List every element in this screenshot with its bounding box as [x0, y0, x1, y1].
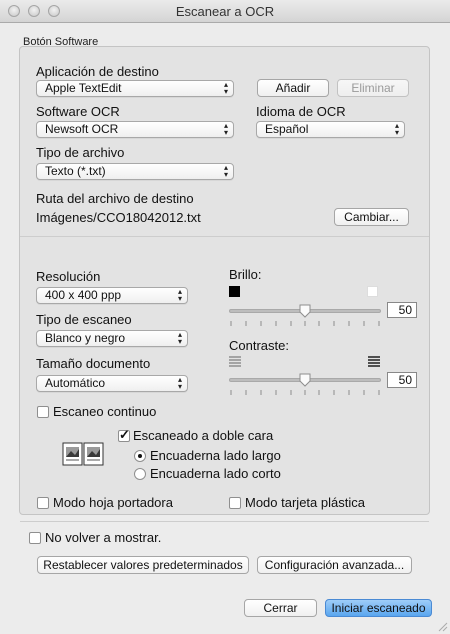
- dont-show-again-checkbox[interactable]: [29, 532, 41, 544]
- popup-arrows-icon: ▴ ▾: [177, 375, 182, 391]
- short-edge-label: Encuaderna lado corto: [150, 466, 281, 481]
- popup-arrows-icon: ▴ ▾: [177, 330, 182, 346]
- dest-path-value: Imágenes/CCO18042012.txt: [36, 210, 201, 225]
- ocr-language-value: Español: [265, 122, 309, 136]
- ocr-language-select[interactable]: Español ▴ ▾: [256, 121, 405, 138]
- file-type-select[interactable]: Texto (*.txt) ▴ ▾: [36, 163, 234, 180]
- long-edge-label: Encuaderna lado largo: [150, 448, 281, 463]
- resolution-select[interactable]: 400 x 400 ppp ▴ ▾: [36, 287, 188, 304]
- ocr-language-label: Idioma de OCR: [256, 104, 346, 119]
- document-size-value: Automático: [45, 376, 106, 390]
- dont-show-again-label: No volver a mostrar.: [45, 530, 162, 545]
- brightness-slider-thumb[interactable]: [299, 304, 311, 318]
- plastic-card-label: Modo tarjeta plástica: [245, 495, 365, 510]
- contrast-label: Contraste:: [229, 338, 289, 353]
- contrast-value-field[interactable]: 50: [387, 372, 417, 388]
- file-type-value: Texto (*.txt): [45, 164, 106, 178]
- popup-arrows-icon: ▴ ▾: [223, 80, 228, 96]
- contrast-slider-thumb[interactable]: [299, 373, 311, 387]
- dest-path-label: Ruta del archivo de destino: [36, 191, 194, 206]
- brightness-ticks: [230, 321, 380, 326]
- low-contrast-icon: [229, 356, 241, 367]
- popup-arrows-icon: ▴ ▾: [177, 287, 182, 303]
- carrier-sheet-label: Modo hoja portadora: [53, 495, 173, 510]
- scan-type-value: Blanco y negro: [45, 331, 126, 345]
- contrast-ticks: [230, 390, 380, 395]
- resize-grip-icon[interactable]: [436, 620, 448, 632]
- remove-app-button[interactable]: Eliminar: [337, 79, 409, 97]
- ocr-software-value: Newsoft OCR: [45, 122, 119, 136]
- high-contrast-icon: [368, 356, 380, 367]
- duplex-scan-label: Escaneado a doble cara: [133, 428, 274, 443]
- short-edge-radio[interactable]: [134, 468, 146, 480]
- change-path-button[interactable]: Cambiar...: [334, 208, 409, 226]
- dest-app-select[interactable]: Apple TextEdit ▴ ▾: [36, 80, 234, 97]
- continuous-scan-checkbox[interactable]: [37, 406, 49, 418]
- duplex-scan-icon: [62, 442, 104, 466]
- scan-type-select[interactable]: Blanco y negro ▴ ▾: [36, 330, 188, 347]
- document-size-select[interactable]: Automático ▴ ▾: [36, 375, 188, 392]
- brightness-label: Brillo:: [229, 267, 262, 282]
- add-app-button[interactable]: Añadir: [257, 79, 329, 97]
- brightness-value-field[interactable]: 50: [387, 302, 417, 318]
- close-button[interactable]: Cerrar: [244, 599, 317, 617]
- carrier-sheet-checkbox[interactable]: [37, 497, 49, 509]
- continuous-scan-label: Escaneo continuo: [53, 404, 157, 419]
- plastic-card-checkbox[interactable]: [229, 497, 241, 509]
- document-size-label: Tamaño documento: [36, 356, 151, 371]
- popup-arrows-icon: ▴ ▾: [394, 121, 399, 137]
- separator: [20, 521, 429, 522]
- dest-app-value: Apple TextEdit: [45, 81, 122, 95]
- light-swatch-icon: [367, 286, 378, 297]
- window-title: Escanear a OCR: [175, 4, 275, 19]
- title-bar: Escanear a OCR: [0, 0, 450, 23]
- reset-defaults-button[interactable]: Restablecer valores predeterminados: [37, 556, 249, 574]
- duplex-scan-checkbox[interactable]: [118, 427, 130, 443]
- advanced-settings-button[interactable]: Configuración avanzada...: [257, 556, 412, 574]
- dark-swatch-icon: [229, 286, 240, 297]
- popup-arrows-icon: ▴ ▾: [223, 121, 228, 137]
- scan-to-ocr-window: Escanear a OCR Botón Software Aplicación…: [0, 0, 450, 634]
- file-type-label: Tipo de archivo: [36, 145, 125, 160]
- ocr-software-select[interactable]: Newsoft OCR ▴ ▾: [36, 121, 234, 138]
- scan-type-label: Tipo de escaneo: [36, 312, 132, 327]
- resolution-value: 400 x 400 ppp: [45, 288, 122, 302]
- separator: [20, 236, 429, 237]
- ocr-software-label: Software OCR: [36, 104, 120, 119]
- dest-app-label: Aplicación de destino: [36, 64, 159, 79]
- long-edge-radio[interactable]: [134, 450, 146, 462]
- popup-arrows-icon: ▴ ▾: [223, 163, 228, 179]
- resolution-label: Resolución: [36, 269, 101, 284]
- start-scan-button[interactable]: Iniciar escaneado: [325, 599, 432, 617]
